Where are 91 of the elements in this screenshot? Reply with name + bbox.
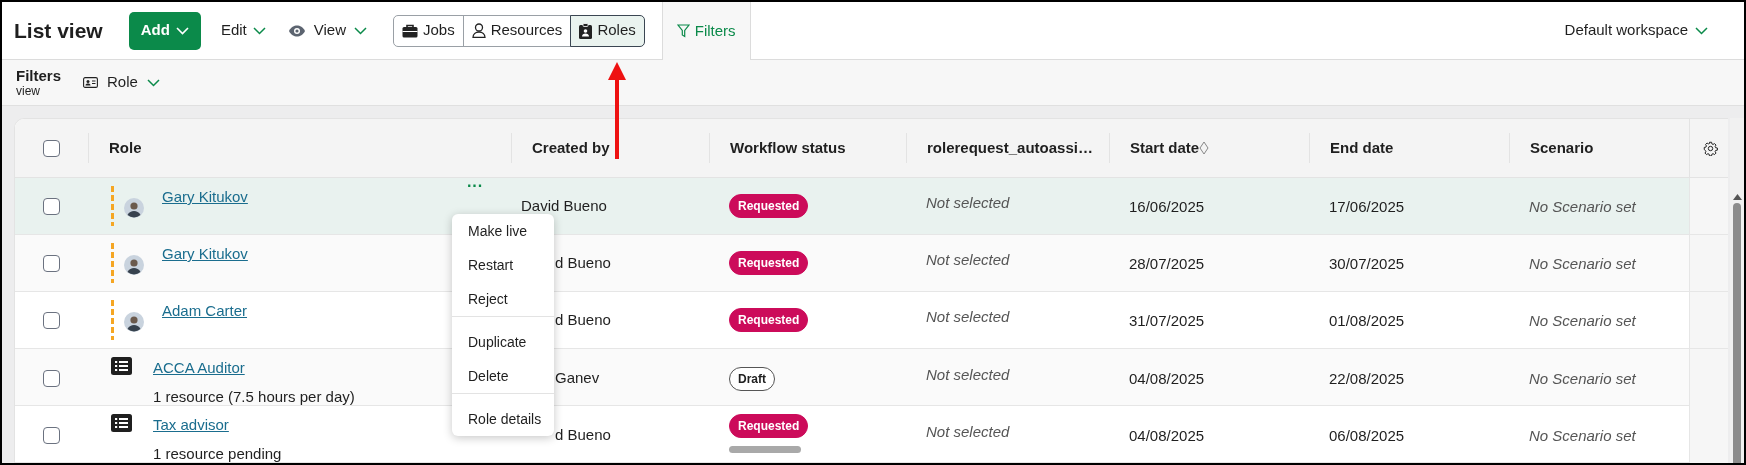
status-badge: Requested bbox=[729, 308, 809, 332]
avatar bbox=[124, 312, 144, 332]
column-header[interactable]: Created by bbox=[532, 136, 610, 160]
role-link[interactable]: Gary Kitukov bbox=[162, 186, 248, 209]
more-button[interactable]: ··· bbox=[467, 178, 483, 194]
table-cell-text: Ganev bbox=[554, 368, 601, 389]
briefcase-icon bbox=[402, 23, 418, 38]
table-cell-text: No Scenario set bbox=[1528, 253, 1637, 274]
checkbox[interactable] bbox=[43, 139, 60, 157]
status-badge: Requested bbox=[729, 194, 809, 218]
role-link[interactable]: Gary Kitukov bbox=[162, 243, 248, 266]
column-header[interactable]: Scenario bbox=[1530, 136, 1594, 160]
table-cell-text: No Scenario set bbox=[1528, 426, 1637, 447]
table-cell-text: No Scenario set bbox=[1528, 369, 1637, 390]
column-header[interactable]: Workflow status bbox=[730, 136, 846, 160]
settings-icon[interactable] bbox=[1703, 140, 1718, 156]
pending-marker bbox=[111, 243, 114, 283]
checkbox[interactable] bbox=[43, 427, 60, 444]
table-cell-text: Not selected bbox=[925, 192, 1011, 213]
edit-menu[interactable]: Edit bbox=[220, 19, 266, 42]
pending-marker bbox=[111, 300, 114, 340]
entity-tab[interactable]: Jobs bbox=[393, 14, 464, 47]
checkbox[interactable] bbox=[43, 370, 60, 387]
table-cell-text: No Scenario set bbox=[1528, 310, 1637, 331]
list-icon bbox=[111, 357, 132, 375]
table-cell-text: 30/07/2025 bbox=[1328, 253, 1406, 274]
eye-icon bbox=[287, 24, 306, 37]
menu-item[interactable]: Duplicate bbox=[452, 316, 554, 359]
table-cell-text: David Bueno bbox=[520, 195, 608, 216]
checkbox[interactable] bbox=[43, 197, 60, 215]
table-cell-text: 16/06/2025 bbox=[1128, 196, 1206, 217]
chevron-down-icon bbox=[146, 78, 160, 87]
menu-item[interactable]: Role details bbox=[452, 393, 554, 436]
sort-icon[interactable] bbox=[1199, 141, 1210, 155]
menu-item[interactable]: Restart bbox=[452, 248, 554, 282]
person-icon bbox=[471, 23, 486, 38]
checkbox[interactable] bbox=[43, 254, 60, 272]
role-filter[interactable]: Role bbox=[83, 71, 160, 94]
column-header[interactable]: Role bbox=[109, 136, 142, 160]
table-cell-text: 04/08/2025 bbox=[1128, 369, 1206, 390]
table-cell-text: Not selected bbox=[925, 365, 1011, 386]
menu-item[interactable]: Delete bbox=[452, 359, 554, 393]
filters-tab[interactable]: Filters bbox=[661, 2, 751, 60]
role-detail: 1 resource (7.5 hours per day) bbox=[153, 386, 355, 407]
workspace-menu[interactable]: Default workspace bbox=[1564, 2, 1708, 59]
table-cell-text: 06/08/2025 bbox=[1328, 426, 1406, 447]
chevron-down-icon bbox=[354, 26, 367, 35]
role-link[interactable]: Adam Carter bbox=[162, 300, 248, 323]
scroll-thumb[interactable] bbox=[1733, 203, 1741, 463]
pending-marker bbox=[111, 186, 114, 226]
page-title: List view bbox=[14, 17, 103, 44]
role-detail: 1 resource pending bbox=[153, 443, 282, 463]
status-badge: Requested bbox=[729, 251, 809, 275]
status-badge: Requested bbox=[729, 414, 809, 438]
scrollbar[interactable] bbox=[1730, 118, 1744, 463]
list-icon bbox=[111, 414, 132, 432]
table-cell-text: Not selected bbox=[925, 249, 1011, 270]
chevron-down-icon bbox=[175, 26, 189, 35]
filter-icon bbox=[676, 24, 690, 38]
scroll-up-icon[interactable] bbox=[1732, 194, 1742, 200]
table-cell-text: Not selected bbox=[925, 422, 1011, 443]
table-cell-text: 17/06/2025 bbox=[1328, 196, 1406, 217]
avatar bbox=[124, 255, 144, 275]
view-menu[interactable]: View bbox=[287, 19, 367, 42]
table-cell-text: 01/08/2025 bbox=[1328, 310, 1406, 331]
avatar bbox=[124, 198, 144, 218]
chevron-down-icon bbox=[1695, 26, 1708, 35]
table-cell-text: 28/07/2025 bbox=[1128, 253, 1206, 274]
table-cell-text: d Bueno bbox=[554, 425, 612, 446]
role-link[interactable]: ACCA Auditor bbox=[153, 357, 245, 380]
entity-tab[interactable]: Resources bbox=[462, 14, 572, 47]
clipboard-icon bbox=[579, 22, 593, 39]
filters-title: Filters bbox=[16, 68, 61, 83]
id-card-icon bbox=[83, 77, 98, 88]
table-cell-text: 22/08/2025 bbox=[1328, 369, 1406, 390]
column-header[interactable]: End date bbox=[1330, 136, 1394, 160]
role-link[interactable]: Tax advisor bbox=[153, 414, 229, 437]
checkbox[interactable] bbox=[43, 311, 60, 329]
table-cell-text: No Scenario set bbox=[1528, 196, 1637, 217]
add-button[interactable]: Add bbox=[128, 11, 201, 50]
table-cell-text: Not selected bbox=[925, 306, 1011, 327]
chevron-down-icon bbox=[252, 26, 266, 35]
entity-tab[interactable]: Roles bbox=[570, 14, 645, 47]
table-cell-text: d Bueno bbox=[554, 252, 612, 273]
column-header[interactable]: rolerequest_autoassi… bbox=[927, 136, 1093, 160]
filters-subtitle: view bbox=[16, 85, 41, 97]
status-badge: Draft bbox=[729, 366, 775, 391]
column-header[interactable]: Start date bbox=[1130, 136, 1210, 160]
table-cell-text: 04/08/2025 bbox=[1128, 426, 1206, 447]
table-cell-text: d Bueno bbox=[554, 309, 612, 330]
table-cell-text: 31/07/2025 bbox=[1128, 310, 1206, 331]
